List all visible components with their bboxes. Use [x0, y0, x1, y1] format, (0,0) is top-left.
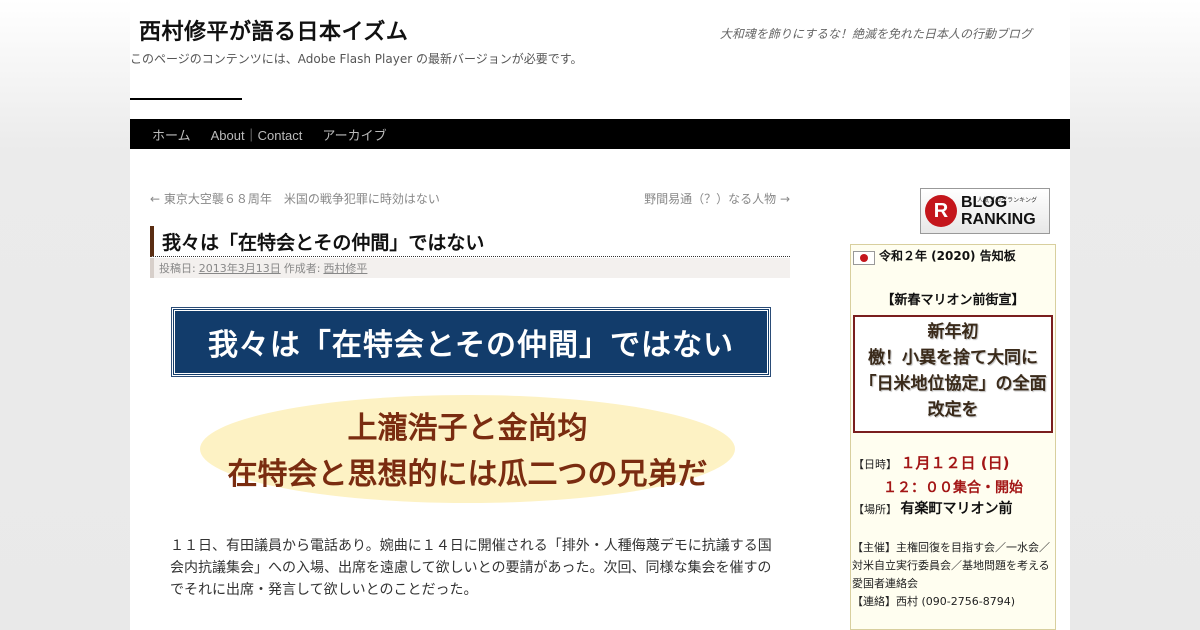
- place-row: 【場所】 有楽町マリオン前: [853, 498, 1013, 518]
- place-value: 有楽町マリオン前: [900, 501, 1013, 517]
- japan-flag-icon: [853, 251, 875, 265]
- organizer-info: 【主催】主権回復を目指す会／一水会／対米自立実行委員会／基地問題を考える愛国者連…: [852, 539, 1054, 611]
- header-divider: [130, 98, 242, 100]
- flash-player-notice: このページのコンテンツには、Adobe Flash Player の最新バージョ…: [130, 52, 583, 66]
- organizer-text: 【主催】主権回復を目指す会／一水会／対米自立実行委員会／基地問題を考える愛国者連…: [852, 541, 1050, 590]
- ranking-small-label: 人気ブログランキング: [977, 197, 1037, 204]
- ranking-r-icon: R: [925, 195, 957, 227]
- main-nav: ホーム About｜Contact アーカイブ: [130, 119, 1070, 149]
- next-post-link[interactable]: 野間易通（？）なる人物 →: [644, 190, 790, 207]
- posted-on-label: 投稿日:: [159, 262, 196, 275]
- contact-text: 【連絡】西村 (090-2756-8794): [852, 595, 1016, 608]
- rally-slogan-box: 新年初 檄！小異を捨て大同に「日米地位協定」の全面改定を: [853, 315, 1053, 433]
- rally-title: 【新春マリオン前街宣】: [881, 293, 1025, 308]
- site-description: 大和魂を飾りにするな！絶滅を免れた日本人の行動ブログ: [719, 27, 1032, 41]
- ranking-text-line2: RANKING: [961, 211, 1036, 228]
- rally-slogan: 新年初 檄！小異を捨て大同に「日米地位協定」の全面改定を: [859, 322, 1047, 420]
- post-title-text: 我々は「在特会とその仲間」ではない: [162, 231, 485, 254]
- headline-oval: 上瀧浩子と金尚均 在特会と思想的には瓜二つの兄弟だ: [200, 395, 735, 503]
- post-body-paragraph: １１日、有田議員から電話あり。婉曲に１４日に開催される「排外・人種侮蔑デモに抗議…: [170, 538, 772, 598]
- date-value: １月１２日 (日): [900, 454, 1010, 472]
- post-date-link[interactable]: 2013年3月13日: [199, 260, 281, 276]
- author-label: 作成者:: [283, 262, 321, 275]
- post-title: 我々は「在特会とその仲間」ではない: [150, 226, 790, 257]
- post-navigation: ← 東京大空襲６８周年 米国の戦争犯罪に時効はない 野間易通（？）なる人物 →: [150, 190, 790, 207]
- date-label: 【日時】: [853, 458, 897, 471]
- prev-post-link[interactable]: ← 東京大空襲６８周年 米国の戦争犯罪に時効はない: [150, 190, 440, 207]
- oval-line-1: 上瀧浩子と金尚均: [347, 411, 588, 446]
- nav-item-home[interactable]: ホーム: [142, 125, 201, 144]
- blog-ranking-banner[interactable]: R BLOG RANKING 人気ブログランキング: [920, 188, 1050, 234]
- nav-item-archive[interactable]: アーカイブ: [312, 125, 396, 144]
- page-wrapper: 西村修平が語る日本イズム 大和魂を飾りにするな！絶滅を免れた日本人の行動ブログ …: [130, 0, 1070, 630]
- notice-title: 令和２年 (2020) 告知板: [879, 249, 1016, 263]
- date-row: 【日時】 １月１２日 (日): [853, 452, 1009, 473]
- banner-text: 我々は「在特会とその仲間」ではない: [207, 328, 735, 363]
- oval-line-2: 在特会と思想的には瓜二つの兄弟だ: [227, 457, 708, 492]
- site-title[interactable]: 西村修平が語る日本イズム: [139, 14, 408, 46]
- post-banner: 我々は「在特会とその仲間」ではない: [171, 307, 771, 377]
- nav-item-about-contact[interactable]: About｜Contact: [201, 125, 313, 144]
- time-value: １２：００集合・開始: [883, 480, 1023, 496]
- notice-board: 令和２年 (2020) 告知板 【新春マリオン前街宣】 新年初 檄！小異を捨て大…: [850, 244, 1056, 630]
- post-author-link[interactable]: 西村修平: [323, 260, 367, 276]
- place-label: 【場所】: [853, 503, 897, 516]
- post-meta: 投稿日: 2013年3月13日 作成者: 西村修平: [150, 258, 790, 278]
